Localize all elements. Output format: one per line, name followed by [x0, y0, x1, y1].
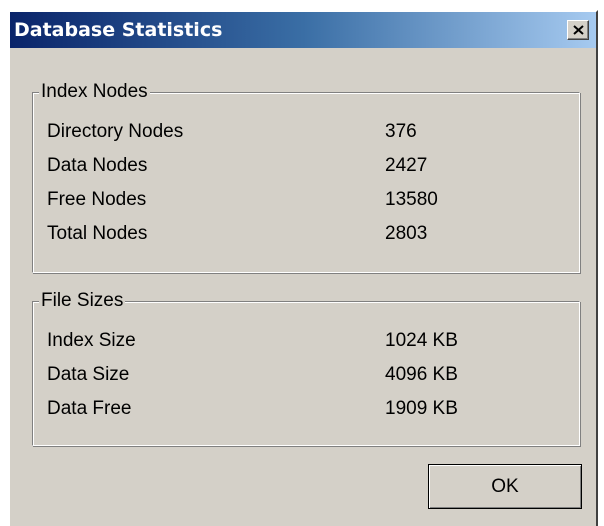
- stat-value: 4096 KB: [385, 364, 458, 385]
- file-sizes-legend: File Sizes: [39, 289, 126, 313]
- stat-label: Data Free: [47, 398, 132, 419]
- close-icon: [573, 25, 584, 35]
- file-sizes-group: File Sizes Index Size 1024 KB Data Size …: [32, 289, 580, 446]
- stat-label: Index Size: [47, 330, 136, 351]
- stat-value: 1909 KB: [385, 398, 458, 419]
- stat-value: 13580: [385, 189, 438, 210]
- stat-value: 2803: [385, 223, 428, 244]
- stat-row-data-free: Data Free 1909 KB: [47, 394, 567, 424]
- stat-value: 1024 KB: [385, 330, 458, 351]
- stat-row-data-nodes: Data Nodes 2427: [47, 151, 567, 181]
- stat-row-index-size: Index Size 1024 KB: [47, 326, 567, 356]
- stat-row-total-nodes: Total Nodes 2803: [47, 219, 567, 249]
- title-bar[interactable]: Database Statistics: [10, 12, 596, 48]
- stat-label: Data Size: [47, 364, 130, 385]
- stat-value: 2427: [385, 155, 428, 176]
- close-button[interactable]: [567, 20, 589, 40]
- ok-button[interactable]: OK: [428, 464, 582, 509]
- stat-value: 376: [385, 121, 417, 142]
- database-statistics-dialog: Database Statistics Index Nodes Director…: [8, 10, 598, 526]
- stat-row-free-nodes: Free Nodes 13580: [47, 185, 567, 215]
- stat-label: Free Nodes: [47, 189, 147, 210]
- stat-row-data-size: Data Size 4096 KB: [47, 360, 567, 390]
- stat-label: Data Nodes: [47, 155, 148, 176]
- window-title: Database Statistics: [14, 19, 223, 41]
- stat-label: Total Nodes: [47, 223, 148, 244]
- stat-row-directory-nodes: Directory Nodes 376: [47, 117, 567, 147]
- index-nodes-legend: Index Nodes: [39, 80, 150, 104]
- stat-label: Directory Nodes: [47, 121, 184, 142]
- index-nodes-group: Index Nodes Directory Nodes 376 Data Nod…: [32, 80, 580, 273]
